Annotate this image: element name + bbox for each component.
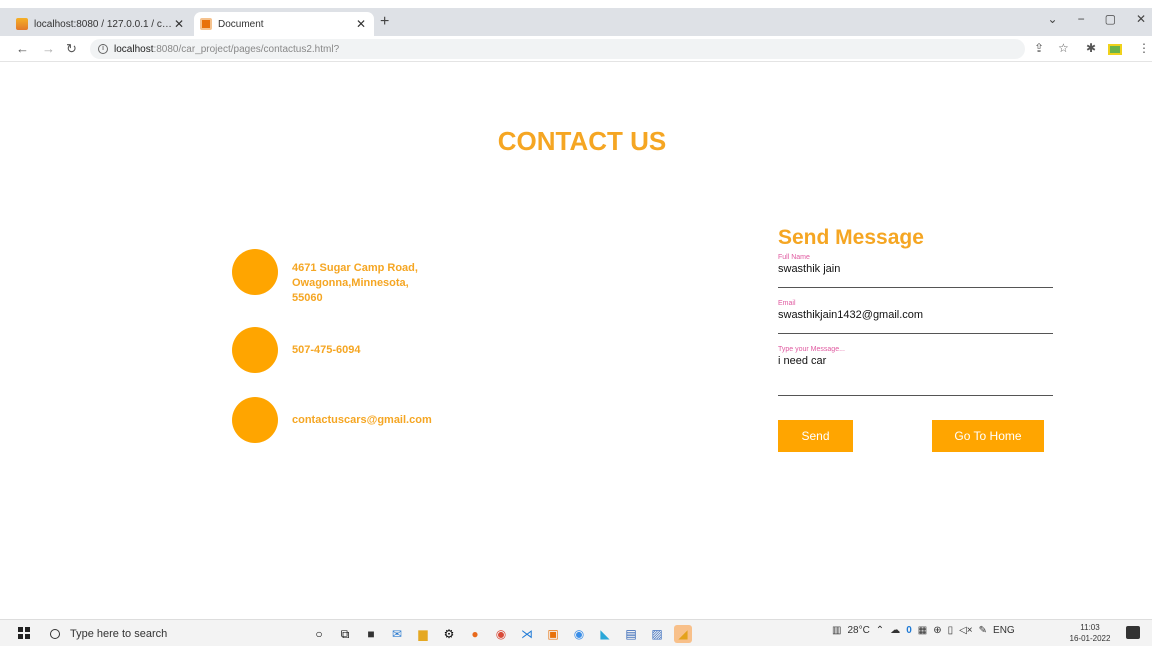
xampp-icon[interactable]: ▣ <box>544 625 562 643</box>
file-explorer-icon[interactable]: ▆ <box>414 625 432 643</box>
full-name-input[interactable]: swasthik jain <box>778 263 1053 278</box>
phpmyadmin-icon <box>16 18 28 30</box>
browser-tab-bar: localhost:8080 / 127.0.0.1 / carpro ✕ Do… <box>0 8 1152 36</box>
browser-toolbar: ← → ↻ i localhost:8080/car_project/pages… <box>0 36 1152 62</box>
info-icon[interactable]: i <box>98 44 108 54</box>
extensions-icon[interactable]: ✱ <box>1086 41 1096 55</box>
network-icon[interactable]: ⊕ <box>933 625 941 636</box>
email-field[interactable]: Email swasthikjain1432@gmail.com <box>778 300 1053 334</box>
email-label: Email <box>778 300 796 307</box>
contact-phone: 507-475-6094 <box>232 327 361 373</box>
chrome-profile-icon[interactable]: ◉ <box>570 625 588 643</box>
share-icon[interactable]: ⇪ <box>1034 41 1044 55</box>
message-label: Type your Message... <box>778 346 845 353</box>
contact-email: contactuscars@gmail.com <box>232 397 432 443</box>
volume-icon[interactable]: ◁× <box>959 625 973 636</box>
form-title: Send Message <box>778 226 924 249</box>
taskbar-clock[interactable]: 11:03 16-01-2022 <box>1064 622 1116 644</box>
send-message-form: Send Message Full Name swasthik jain Ema… <box>778 226 1053 452</box>
photos-icon[interactable]: ▨ <box>648 625 666 643</box>
new-tab-button[interactable]: + <box>380 13 389 31</box>
taskbar-search-placeholder: Type here to search <box>70 628 168 640</box>
url-path: :8080/car_project/pages/contactus2.html? <box>153 43 340 55</box>
close-tab-icon[interactable]: ✕ <box>172 17 186 31</box>
message-input[interactable]: i need car <box>778 355 1053 370</box>
bookmark-star-icon[interactable]: ☆ <box>1058 41 1069 55</box>
close-window-icon[interactable]: ✕ <box>1136 12 1146 26</box>
url-host: localhost <box>114 43 154 55</box>
app-icon[interactable]: ◣ <box>596 625 614 643</box>
email-circle-icon <box>232 397 278 443</box>
task-view-icon[interactable]: ⧉ <box>336 625 354 643</box>
tray-app-icon[interactable]: ▦ <box>918 625 927 636</box>
email-input[interactable]: swasthikjain1432@gmail.com <box>778 309 1053 324</box>
minimize-icon[interactable]: − <box>1078 12 1085 26</box>
mail-icon[interactable]: ✉ <box>388 625 406 643</box>
maximize-icon[interactable]: ▢ <box>1105 12 1116 26</box>
pen-icon[interactable]: ✎ <box>979 625 987 636</box>
taskbar-apps: ○ ⧉ ■ ✉ ▆ ⚙ ● ◉ ⋊ ▣ ◉ ◣ ▤ ▨ ◢ <box>310 623 692 645</box>
message-field[interactable]: Type your Message... i need car <box>778 346 1053 396</box>
notification-icon[interactable] <box>1126 626 1140 639</box>
windows-taskbar: Type here to search ○ ⧉ ■ ✉ ▆ ⚙ ● ◉ ⋊ ▣ … <box>0 619 1152 646</box>
clock-date: 16-01-2022 <box>1069 634 1111 643</box>
address-circle-icon <box>232 248 278 295</box>
vscode-icon[interactable]: ⋊ <box>518 625 536 643</box>
document-icon <box>200 18 212 30</box>
system-tray: ▥ 28°C ⌃ ☁ 0 ▦ ⊕ ▯ ◁× ✎ ENG <box>832 625 1015 636</box>
cloud-icon[interactable]: ☁ <box>890 625 900 636</box>
full-name-field[interactable]: Full Name swasthik jain <box>778 254 1053 288</box>
extension-badge-icon[interactable] <box>1108 44 1122 55</box>
word-icon[interactable]: ▤ <box>622 625 640 643</box>
close-tab-icon[interactable]: ✕ <box>354 17 368 31</box>
tab-title: Document <box>218 18 264 30</box>
phone-circle-icon <box>232 327 278 373</box>
email-text: contactuscars@gmail.com <box>292 413 432 426</box>
cortana-icon[interactable]: ○ <box>310 625 328 643</box>
full-name-label: Full Name <box>778 254 810 261</box>
active-app-icon[interactable]: ◢ <box>674 625 692 643</box>
tab-document[interactable]: Document ✕ <box>194 12 374 36</box>
onedrive-icon[interactable]: 0 <box>906 625 912 636</box>
app-root: localhost:8080 / 127.0.0.1 / carpro ✕ Do… <box>0 0 1152 646</box>
send-button[interactable]: Send <box>778 420 853 452</box>
reload-icon[interactable]: ↻ <box>66 41 77 57</box>
go-to-home-button[interactable]: Go To Home <box>932 420 1044 452</box>
tab-title: localhost:8080 / 127.0.0.1 / carpro <box>34 18 172 30</box>
tab-search-icon[interactable]: ⌄ <box>1048 12 1058 26</box>
store-icon[interactable]: ■ <box>362 625 380 643</box>
language-text[interactable]: ENG <box>993 625 1015 636</box>
menu-kebab-icon[interactable]: ⋮ <box>1138 41 1150 55</box>
address-bar[interactable]: i localhost:8080/car_project/pages/conta… <box>90 39 1025 59</box>
settings-icon[interactable]: ⚙ <box>440 625 458 643</box>
windows-start-icon[interactable] <box>18 627 30 639</box>
window-controls: ⌄ − ▢ ✕ <box>1048 12 1146 26</box>
address-text: 4671 Sugar Camp Road, Owagonna,Minnesota… <box>292 262 418 304</box>
weather-icon[interactable]: ▥ <box>832 625 841 636</box>
firefox-icon[interactable]: ● <box>466 625 484 643</box>
search-icon <box>50 629 60 639</box>
tab-phpmyadmin[interactable]: localhost:8080 / 127.0.0.1 / carpro ✕ <box>10 12 192 36</box>
forward-icon[interactable]: → <box>42 41 55 56</box>
page-title: CONTACT US <box>497 126 667 156</box>
clock-time: 11:03 <box>1080 623 1100 632</box>
back-icon[interactable]: ← <box>16 41 29 56</box>
taskbar-search[interactable]: Type here to search <box>50 623 300 645</box>
phone-text: 507-475-6094 <box>292 343 361 356</box>
form-buttons: Send Go To Home <box>778 420 1053 452</box>
chrome-icon[interactable]: ◉ <box>492 625 510 643</box>
weather-text[interactable]: 28°C <box>847 625 869 636</box>
chevron-up-icon[interactable]: ⌃ <box>876 625 884 636</box>
battery-icon[interactable]: ▯ <box>948 625 954 636</box>
contact-address: 4671 Sugar Camp Road, Owagonna,Minnesota… <box>232 237 442 306</box>
